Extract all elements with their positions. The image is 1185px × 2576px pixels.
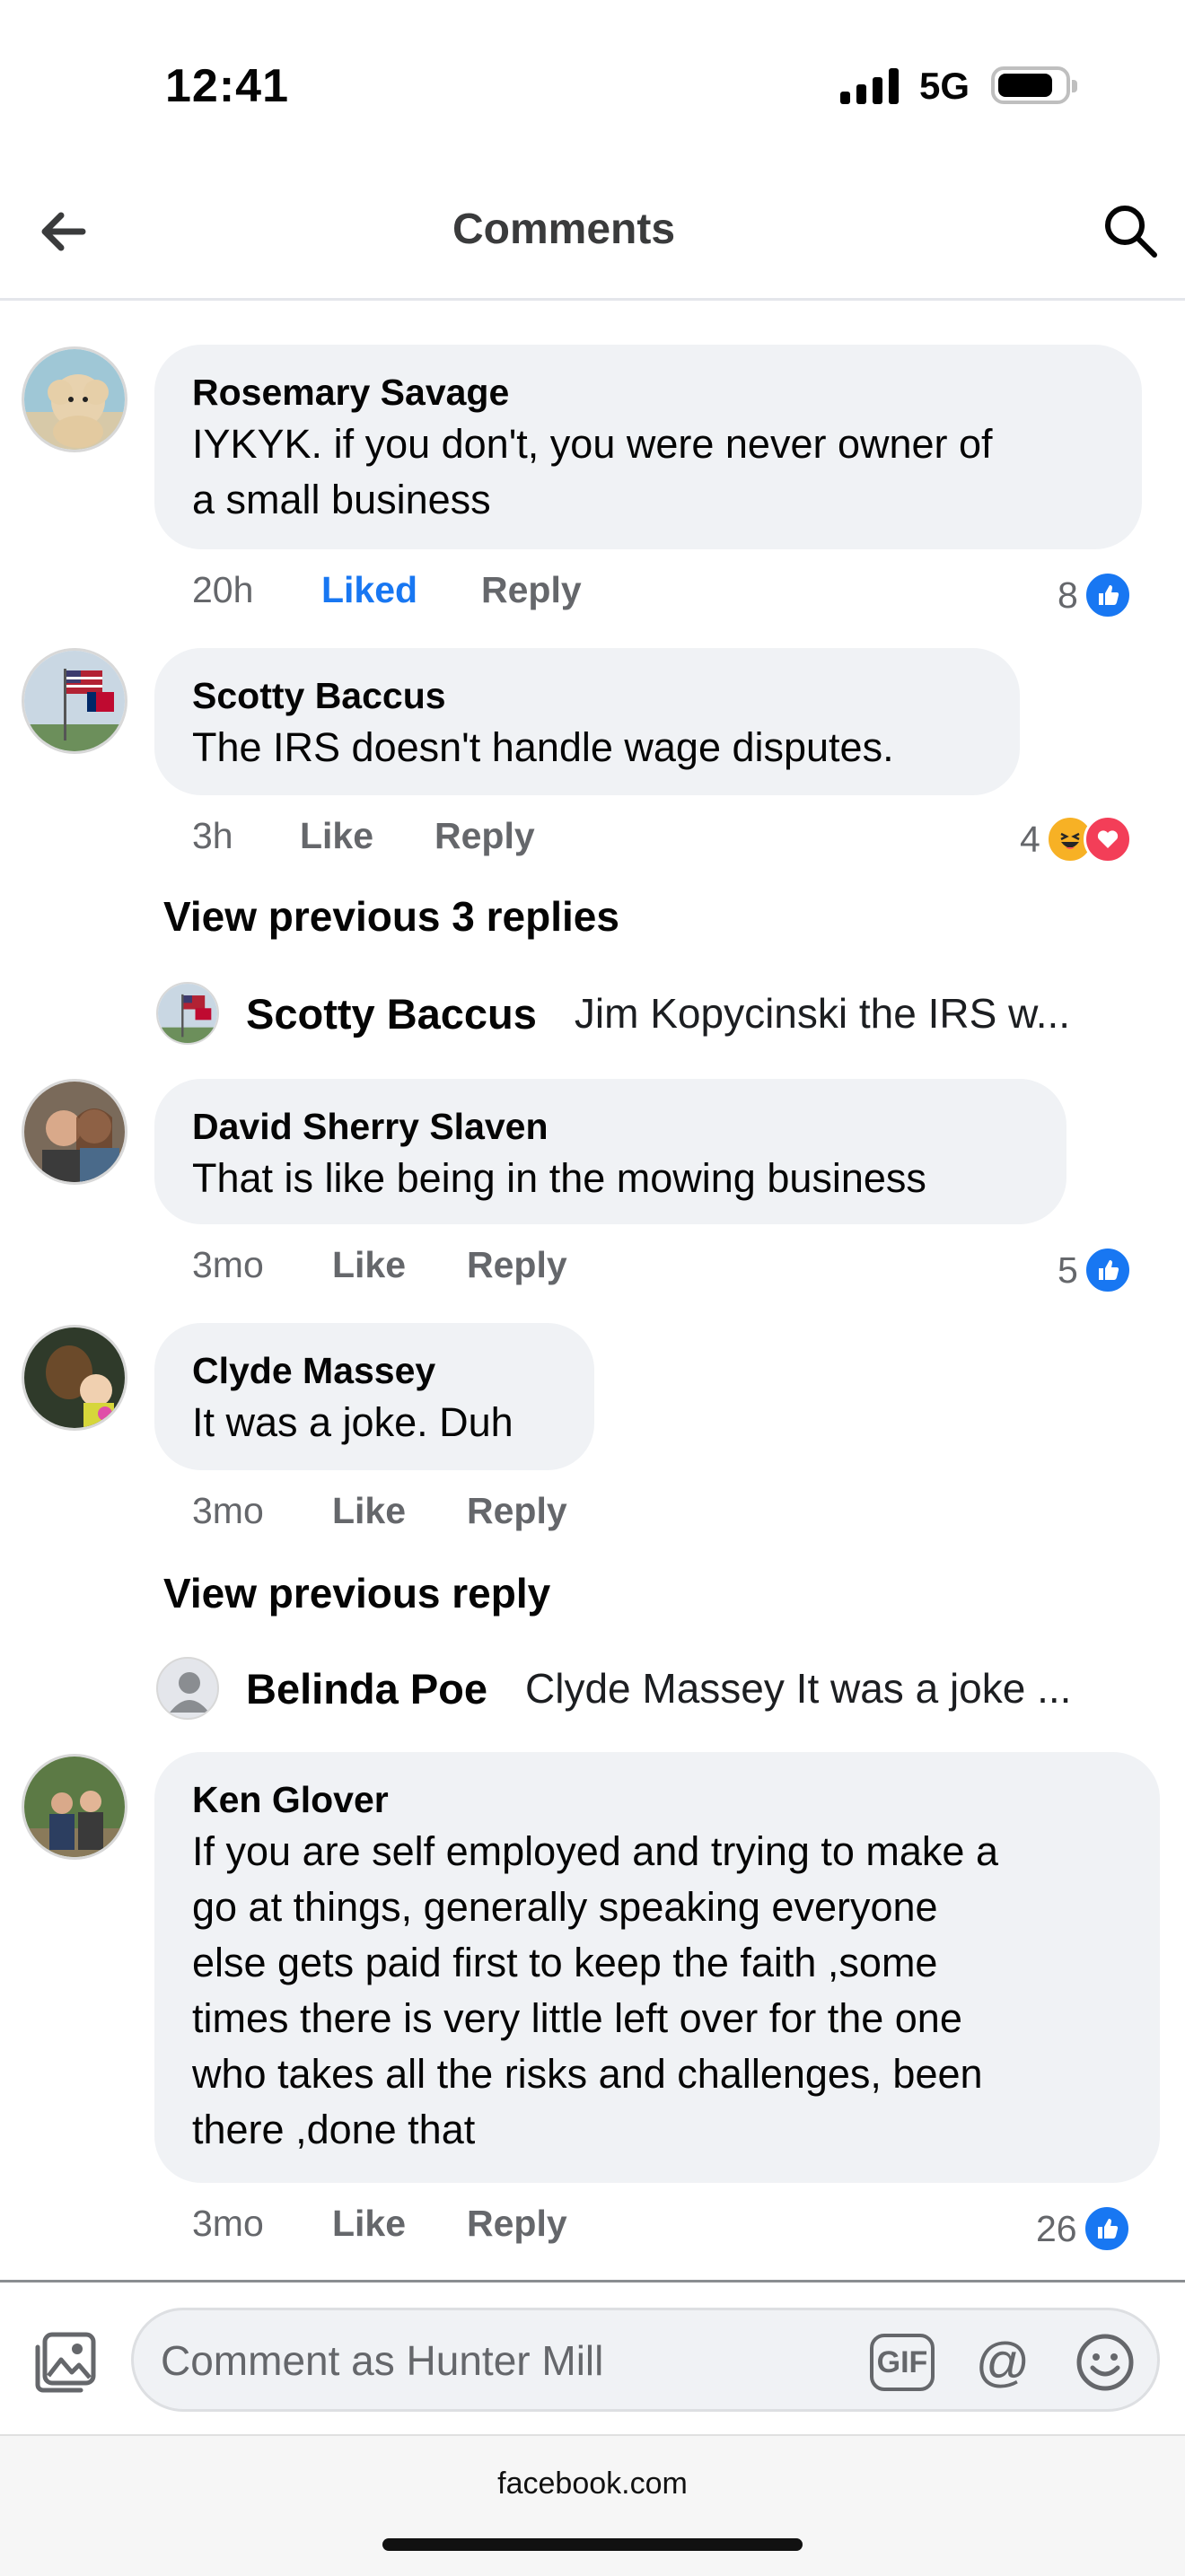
reply-preview[interactable]: Scotty Baccus Jim Kopycinski the IRS w..… — [156, 982, 1070, 1045]
comment-text-line: who takes all the risks and challenges, … — [192, 2051, 983, 2097]
photo-button[interactable] — [32, 2329, 99, 2396]
comment-input[interactable] — [159, 2332, 881, 2389]
reply-text: Jim Kopycinski the IRS w... — [574, 990, 1071, 1037]
comments-header: Comments — [0, 162, 1185, 301]
reaction-count: 26 — [1036, 2207, 1077, 2249]
comment-text-line: there ,done that — [192, 2107, 476, 2152]
like-button[interactable]: Like — [332, 1490, 467, 1532]
avatar-photo — [24, 349, 125, 450]
avatar[interactable] — [22, 648, 127, 754]
comment-author[interactable]: Clyde Massey — [192, 1346, 557, 1395]
photo-icon — [35, 2332, 96, 2393]
comment-actions: 3mo Like Reply — [192, 1244, 567, 1286]
reaction-count: 8 — [1058, 574, 1078, 616]
comment-actions: 3mo Like Reply — [192, 1490, 567, 1532]
comment-text-line: a small business — [192, 477, 491, 522]
comment-author[interactable]: Scotty Baccus — [192, 671, 982, 720]
status-time: 12:41 — [165, 60, 289, 112]
comment-time: 3mo — [192, 2203, 264, 2244]
search-button[interactable] — [1101, 201, 1160, 260]
comment-input-box[interactable]: GIF @ — [131, 2308, 1160, 2412]
reaction-summary[interactable]: 4 — [1020, 815, 1132, 863]
reaction-count: 4 — [1020, 818, 1040, 860]
avatar[interactable] — [22, 346, 127, 452]
comment-bubble[interactable]: Rosemary Savage IYKYK. if you don't, you… — [154, 345, 1142, 549]
comment-actions: 20h Liked Reply — [192, 569, 582, 611]
comment-time: 3mo — [192, 1244, 264, 1285]
avatar — [156, 982, 219, 1045]
comment-bubble[interactable]: Clyde Massey It was a joke. Duh — [154, 1323, 594, 1470]
love-icon — [1083, 815, 1132, 863]
like-button[interactable]: Like — [332, 2203, 467, 2245]
like-icon — [1083, 571, 1132, 619]
reply-button[interactable]: Reply — [481, 569, 582, 611]
network-type: 5G — [919, 65, 970, 107]
reaction-summary[interactable]: 26 — [1036, 2204, 1131, 2253]
gif-button[interactable]: GIF — [870, 2334, 935, 2391]
comment-text-line: IYKYK. if you don't, you were never owne… — [192, 421, 993, 467]
comment-time: 3h — [192, 815, 233, 856]
comment-actions: 3h Like Reply — [192, 815, 535, 857]
comment-author[interactable]: Rosemary Savage — [192, 368, 1104, 416]
comment-author[interactable]: Ken Glover — [192, 1775, 1122, 1824]
reaction-summary[interactable]: 8 — [1058, 571, 1132, 619]
battery-icon — [991, 66, 1077, 104]
emoji-button[interactable] — [1075, 2332, 1136, 2393]
page-title: Comments — [452, 206, 676, 253]
mention-button[interactable]: @ — [972, 2332, 1033, 2393]
comment-text-line: else gets paid first to keep the faith ,… — [192, 1940, 938, 1985]
avatar-photo — [24, 1757, 125, 1857]
avatar-photo — [24, 1327, 125, 1428]
comment-composer: GIF @ — [0, 2280, 1185, 2435]
comment-time: 3mo — [192, 1490, 264, 1531]
signal-icon — [840, 68, 899, 104]
comment-text-line: go at things, generally speaking everyon… — [192, 1884, 938, 1930]
like-button[interactable]: Liked — [321, 569, 481, 611]
reaction-summary[interactable]: 5 — [1058, 1246, 1132, 1294]
reply-button[interactable]: Reply — [434, 815, 535, 857]
home-indicator[interactable] — [382, 2538, 803, 2551]
comment-text-line: The IRS doesn't handle wage disputes. — [192, 724, 894, 770]
avatar[interactable] — [22, 1754, 127, 1860]
search-icon — [1105, 206, 1157, 258]
comment-text-line: times there is very little left over for… — [192, 1995, 962, 2041]
like-icon — [1083, 1246, 1132, 1294]
default-avatar-icon — [156, 1657, 219, 1720]
reply-button[interactable]: Reply — [467, 1490, 567, 1532]
comment-text-line: If you are self employed and trying to m… — [192, 1828, 998, 1874]
reply-button[interactable]: Reply — [467, 1244, 567, 1286]
url-text[interactable]: facebook.com — [0, 2466, 1185, 2502]
reply-text: Clyde Massey It was a joke ... — [525, 1665, 1072, 1712]
browser-url-bar[interactable]: facebook.com — [0, 2434, 1185, 2576]
like-icon — [1082, 2204, 1131, 2253]
comment-author[interactable]: David Sherry Slaven — [192, 1102, 1029, 1151]
reply-author[interactable]: Scotty Baccus — [246, 989, 537, 1038]
comment-text-line: It was a joke. Duh — [192, 1399, 514, 1445]
reaction-count: 5 — [1058, 1249, 1078, 1291]
comment-bubble[interactable]: David Sherry Slaven That is like being i… — [154, 1079, 1066, 1224]
comment-actions: 3mo Like Reply — [192, 2203, 567, 2245]
avatar-photo — [24, 1082, 125, 1182]
emoji-icon — [1076, 2334, 1134, 2391]
comment-bubble[interactable]: Scotty Baccus The IRS doesn't handle wag… — [154, 648, 1020, 795]
comment-text-line: That is like being in the mowing busines… — [192, 1155, 926, 1201]
reply-author[interactable]: Belinda Poe — [246, 1664, 487, 1713]
like-button[interactable]: Like — [332, 1244, 467, 1286]
avatar[interactable] — [22, 1079, 127, 1185]
view-previous-replies[interactable]: View previous reply — [163, 1569, 550, 1617]
avatar[interactable] — [22, 1325, 127, 1431]
like-button[interactable]: Like — [300, 815, 434, 857]
reply-preview[interactable]: Belinda Poe Clyde Massey It was a joke .… — [156, 1657, 1071, 1720]
view-previous-replies[interactable]: View previous 3 replies — [163, 892, 619, 941]
reply-button[interactable]: Reply — [467, 2203, 567, 2245]
avatar-photo — [24, 651, 125, 751]
comment-bubble[interactable]: Ken Glover If you are self employed and … — [154, 1752, 1160, 2183]
comment-time: 20h — [192, 569, 254, 610]
